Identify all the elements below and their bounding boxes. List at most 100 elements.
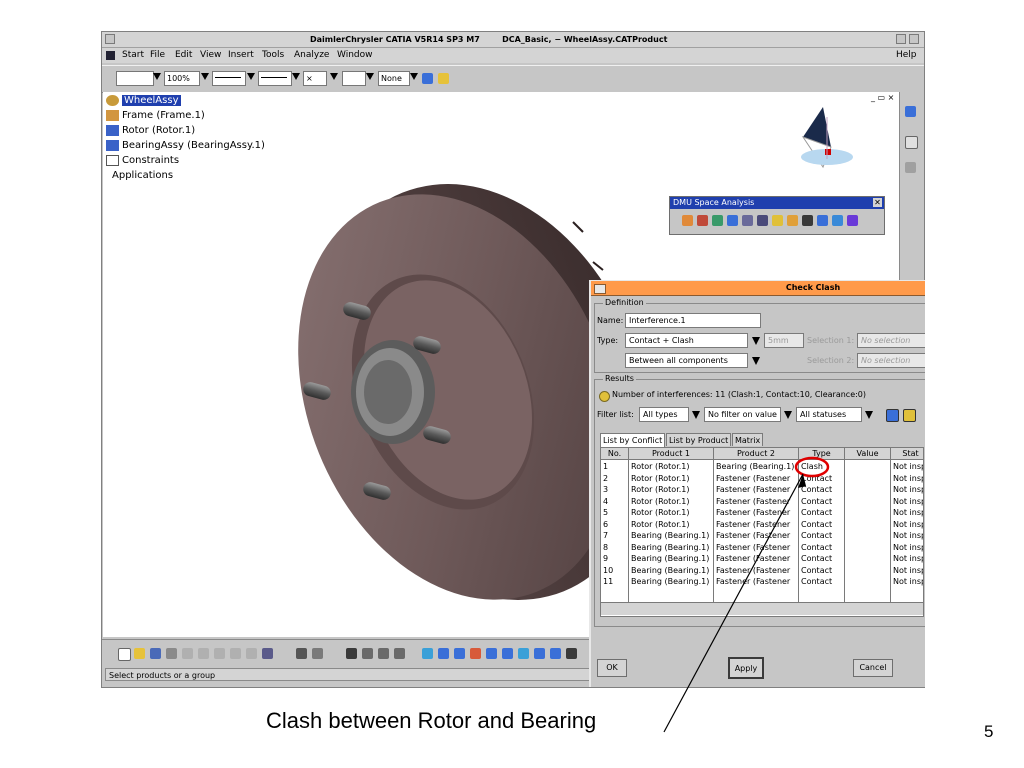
close-icon[interactable]: ✕ [873,198,882,207]
chevron-down-icon[interactable] [292,73,300,80]
maximize-icon[interactable] [909,34,919,44]
column-header-type[interactable]: Type [799,448,845,460]
line-thickness-combo[interactable] [212,71,246,86]
viewer-window-controls[interactable]: _ ▭ × [871,93,899,102]
redo-icon[interactable] [246,648,257,659]
filter-status-combo[interactable]: All statuses [796,407,862,422]
save-icon[interactable] [150,648,161,659]
chevron-down-icon[interactable] [752,337,760,345]
tree-node-label[interactable]: BearingAssy (BearingAssy.1) [122,140,265,151]
layer-filter-combo[interactable] [342,71,366,86]
mode-combo[interactable]: Between all components [625,353,748,368]
table-row[interactable]: 7 Bearing (Bearing.1) Fastener (Fastener Co… [601,530,923,542]
whats-this-icon[interactable] [262,648,273,659]
menu-view[interactable]: View [200,48,221,63]
transparency-combo[interactable]: 100% [164,71,200,86]
2d-compare-icon[interactable] [817,215,828,226]
render-style-icon[interactable] [550,648,561,659]
undo-icon[interactable] [230,648,241,659]
dialog-menu-icon[interactable] [594,284,606,294]
export-icon[interactable] [903,409,916,422]
normal-view-icon[interactable] [518,648,529,659]
hide-show-icon[interactable] [566,648,577,659]
menu-help[interactable]: Help [896,48,917,63]
preview-icon[interactable] [886,409,899,422]
table-row[interactable]: 5 Rotor (Rotor.1) Fastener (Fastener Contac… [601,507,923,519]
fly-icon[interactable] [422,648,433,659]
tree-node-rotor[interactable]: Rotor (Rotor.1) [106,123,265,138]
measure-icon[interactable] [757,215,768,226]
color-combo[interactable] [116,71,154,86]
new-icon[interactable] [118,648,131,661]
apply-button[interactable]: Apply [728,657,764,679]
pan-icon[interactable] [454,648,465,659]
name-field[interactable]: Interference.1 [625,313,761,328]
table-row[interactable]: 8 Bearing (Bearing.1) Fastener (Fastener Co… [601,542,923,554]
menu-window[interactable]: Window [337,48,373,63]
column-header-value[interactable]: Value [845,448,891,460]
type-combo[interactable]: Contact + Clash [625,333,748,348]
selection2-field[interactable]: No selection [857,353,925,368]
tree-node-applications[interactable]: Applications [106,168,265,183]
column-header-no[interactable]: No. [601,448,629,460]
tree-node-label[interactable]: Constraints [122,155,179,166]
fit-all-icon[interactable] [438,648,449,659]
band-analysis-icon[interactable] [727,215,738,226]
column-header-product2[interactable]: Product 2 [714,448,799,460]
dmu-icon[interactable] [905,106,916,117]
tab-list-by-product[interactable]: List by Product [666,433,732,446]
filter-types-combo[interactable]: All types [639,407,689,422]
clearance-field[interactable]: 5mm [764,333,804,348]
thickness-icon[interactable] [802,215,813,226]
gear-icon[interactable] [905,162,916,173]
table-row[interactable]: 1 Rotor (Rotor.1) Bearing (Bearing.1) Clash… [601,461,923,473]
chevron-down-icon[interactable] [692,411,700,419]
cut-icon[interactable] [182,648,193,659]
selection1-field[interactable]: No selection [857,333,925,348]
window-menu-icon[interactable] [105,34,115,44]
free-space-icon[interactable] [847,215,858,226]
column-header-product1[interactable]: Product 1 [629,448,714,460]
dmu-toolbar-header[interactable]: DMU Space Analysis ✕ [670,197,884,209]
tree-node-label[interactable]: Applications [112,170,173,181]
chevron-down-icon[interactable] [153,73,161,80]
open-icon[interactable] [134,648,145,659]
tab-matrix[interactable]: Matrix [732,433,764,446]
chevron-down-icon[interactable] [410,73,418,80]
dialog-title[interactable]: Check Clash [591,281,925,296]
filter-value-combo[interactable]: No filter on value [704,407,781,422]
search-icon[interactable] [378,648,389,659]
arc-icon[interactable] [772,215,783,226]
copy-icon[interactable] [198,648,209,659]
chevron-down-icon[interactable] [865,411,873,419]
table-row[interactable]: 11 Bearing (Bearing.1) Fastener (Fastener C… [601,576,923,588]
clash-icon[interactable] [682,215,693,226]
inertia-icon[interactable] [787,215,798,226]
catalog-icon[interactable] [346,648,357,659]
menu-tools[interactable]: Tools [262,48,284,63]
paste-icon[interactable] [214,648,225,659]
chevron-down-icon[interactable] [784,411,792,419]
tree-node-constraints[interactable]: Constraints [106,153,265,168]
layer-combo[interactable]: None [378,71,410,86]
knowledge-icon[interactable] [312,648,323,659]
tree-node-root[interactable]: WheelAssy [106,93,265,108]
tree-node-label[interactable]: Rotor (Rotor.1) [122,125,195,136]
compare-icon[interactable] [742,215,753,226]
minimize-icon[interactable] [896,34,906,44]
chevron-down-icon[interactable] [366,73,374,80]
table-row[interactable]: 3 Rotor (Rotor.1) Fastener (Fastener Contac… [601,484,923,496]
menu-start[interactable]: Start [122,48,144,63]
chevron-down-icon[interactable] [330,73,338,80]
ok-button[interactable]: OK [597,659,627,677]
distance-icon[interactable] [712,215,723,226]
tree-icon[interactable] [362,648,373,659]
horizontal-scrollbar[interactable] [601,602,923,615]
tree-node-frame[interactable]: Frame (Frame.1) [106,108,265,123]
table-row[interactable]: 6 Rotor (Rotor.1) Fastener (Fastener Contac… [601,519,923,531]
filter-icon[interactable] [394,648,405,659]
menu-edit[interactable]: Edit [175,48,192,63]
painter-icon[interactable] [422,73,433,84]
point-type-combo[interactable]: × [303,71,327,86]
table-row[interactable]: 10 Bearing (Bearing.1) Fastener (Fastener C… [601,565,923,577]
